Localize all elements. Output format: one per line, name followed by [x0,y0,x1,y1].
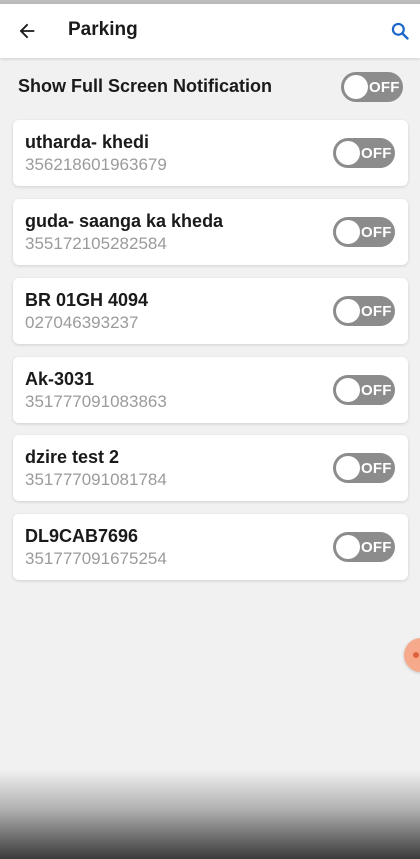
vehicle-card[interactable]: utharda- khedi 356218601963679 OFF [13,120,408,186]
toggle-knob [336,141,360,165]
vehicle-toggle[interactable]: OFF [333,453,395,483]
vehicle-card[interactable]: BR 01GH 4094 027046393237 OFF [13,278,408,344]
toggle-state-label: OFF [361,224,392,241]
toggle-knob [336,299,360,323]
vehicle-imei: 356218601963679 [25,155,167,174]
vehicle-toggle[interactable]: OFF [333,138,395,168]
vehicle-name: dzire test 2 [25,447,120,467]
toggle-state-label: OFF [361,303,392,320]
bottom-shadow [0,770,420,859]
vehicle-card[interactable]: dzire test 2 351777091081784 OFF [13,435,408,501]
toggle-knob [336,378,360,402]
app-bar: Parking [0,4,420,58]
toggle-state-label: OFF [361,539,392,556]
vehicle-card[interactable]: DL9CAB7696 351777091675254 OFF [13,514,408,580]
full-screen-notification-row: Show Full Screen Notification OFF [0,62,420,110]
page-title: Parking [68,19,138,40]
toggle-knob [344,75,368,99]
floating-action-button[interactable] [404,638,420,672]
vehicle-imei: 355172105282584 [25,234,167,253]
full-screen-notification-toggle[interactable]: OFF [341,72,403,102]
toggle-state-label: OFF [361,460,392,477]
vehicle-name: utharda- khedi [25,132,150,152]
vehicle-card[interactable]: Ak-3031 351777091083863 OFF [13,357,408,423]
vehicle-imei: 351777091675254 [25,549,167,568]
vehicle-toggle[interactable]: OFF [333,217,395,247]
search-icon [391,22,409,40]
back-button[interactable] [12,16,42,46]
vehicle-card[interactable]: guda- saanga ka kheda 355172105282584 OF… [13,199,408,265]
vehicle-imei: 351777091081784 [25,470,167,489]
vehicle-toggle[interactable]: OFF [333,532,395,562]
arrow-left-icon [19,23,35,39]
vehicle-name: guda- saanga ka kheda [25,211,224,231]
toggle-state-label: OFF [369,79,400,96]
toggle-state-label: OFF [361,145,392,162]
vehicle-name: BR 01GH 4094 [25,290,149,310]
vehicle-name: Ak-3031 [25,369,95,389]
vehicle-imei: 027046393237 [25,313,139,332]
vehicle-toggle[interactable]: OFF [333,375,395,405]
toggle-knob [336,220,360,244]
fab-dot-icon [413,652,419,658]
full-screen-notification-label: Show Full Screen Notification [18,76,273,96]
vehicle-imei: 351777091083863 [25,392,167,411]
search-button[interactable] [386,17,414,45]
toggle-state-label: OFF [361,382,392,399]
vehicle-toggle[interactable]: OFF [333,296,395,326]
toggle-knob [336,456,360,480]
toggle-knob [336,535,360,559]
vehicle-name: DL9CAB7696 [25,526,139,546]
